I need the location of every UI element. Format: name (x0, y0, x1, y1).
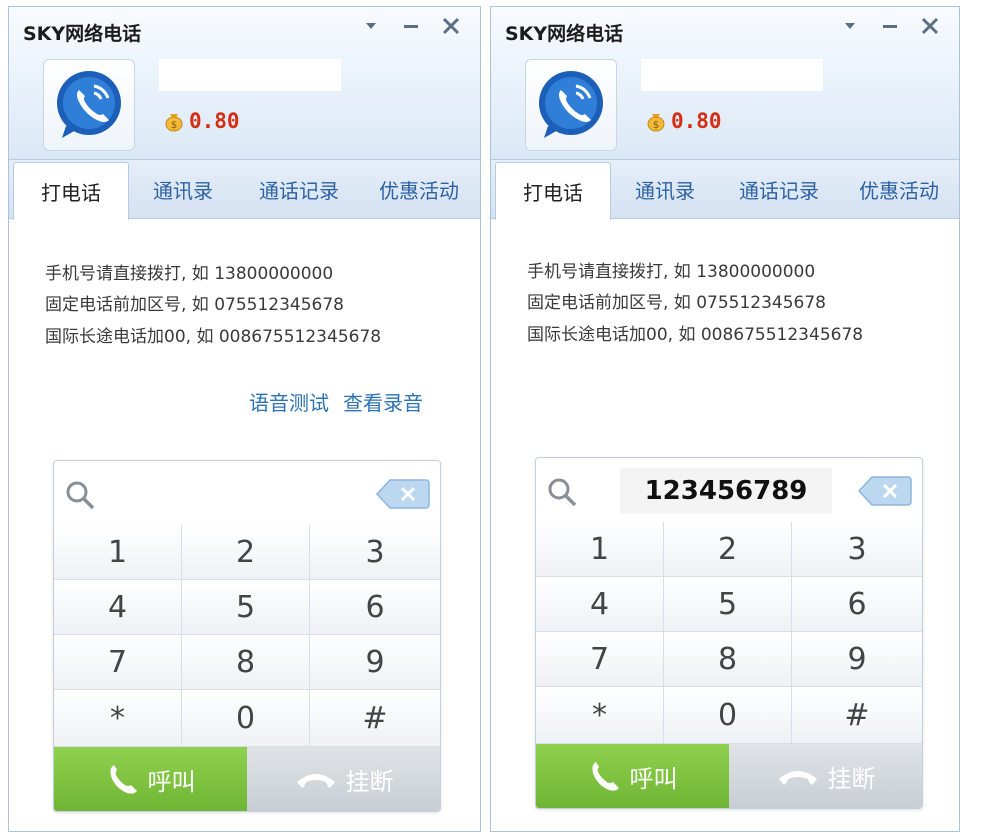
key-1[interactable]: 1 (54, 525, 182, 580)
hint-mobile: 手机号请直接拨打, 如 13800000000 (45, 264, 334, 284)
hangup-icon (296, 774, 335, 788)
close-icon[interactable] (919, 15, 941, 37)
key-5[interactable]: 5 (664, 577, 792, 632)
tab-dial[interactable]: 打电话 (495, 162, 611, 220)
hangup-button[interactable]: 挂断 (729, 744, 922, 808)
key-hash[interactable]: # (792, 687, 922, 744)
key-9[interactable]: 9 (792, 632, 922, 687)
key-0[interactable]: 0 (664, 687, 792, 744)
number-input-row (54, 461, 440, 526)
tab-contacts[interactable]: 通讯录 (133, 162, 233, 216)
balance-value: 0.80 (189, 109, 240, 133)
coin-bag-icon: $ (647, 114, 665, 132)
username-redacted (641, 59, 823, 91)
tab-dial[interactable]: 打电话 (13, 162, 129, 220)
key-3[interactable]: 3 (310, 525, 440, 580)
svg-text:$: $ (653, 120, 659, 131)
chevron-down-icon[interactable] (839, 15, 861, 37)
tab-promotions[interactable]: 优惠活动 (843, 162, 955, 216)
key-8[interactable]: 8 (664, 632, 792, 687)
phone-bubble-icon (539, 71, 603, 138)
key-5[interactable]: 5 (182, 580, 310, 635)
username-redacted (159, 59, 341, 91)
voice-test-link[interactable]: 语音测试 (249, 387, 329, 416)
call-button[interactable]: 呼叫 (54, 747, 247, 811)
hint-landline: 固定电话前加区号, 如 075512345678 (45, 295, 345, 315)
backspace-icon[interactable] (858, 474, 912, 508)
key-1[interactable]: 1 (536, 522, 664, 577)
dialpad: 1 2 3 4 5 6 7 8 9 * 0 # 呼叫 挂断 (53, 460, 441, 812)
dialpad: 123456789 1 2 3 4 5 6 7 8 9 * 0 # 呼叫 挂断 (535, 457, 923, 809)
key-2[interactable]: 2 (664, 522, 792, 577)
key-6[interactable]: 6 (792, 577, 922, 632)
hangup-icon (778, 771, 817, 785)
links: 语音测试 查看录音 (249, 387, 423, 416)
key-2[interactable]: 2 (182, 525, 310, 580)
hangup-label: 挂断 (345, 767, 394, 796)
window-controls (839, 15, 941, 37)
key-star[interactable]: * (536, 687, 664, 744)
key-7[interactable]: 7 (536, 632, 664, 687)
tab-contacts[interactable]: 通讯录 (615, 162, 715, 216)
tab-bar: 打电话 通讯录 通话记录 优惠活动 (491, 159, 959, 220)
hint-international: 国际长途电话加00, 如 008675512345678 (527, 325, 864, 345)
phone-icon (591, 762, 619, 791)
hangup-label: 挂断 (827, 764, 876, 793)
tab-promotions[interactable]: 优惠活动 (363, 162, 475, 216)
sky-phone-window-left: SKY网络电话 $ 0.80 打电话 通讯录 通话记录 优惠活动 手机号请直接拨… (8, 6, 481, 832)
window-title: SKY网络电话 (505, 23, 624, 45)
key-9[interactable]: 9 (310, 635, 440, 690)
hangup-button[interactable]: 挂断 (247, 747, 440, 811)
balance: $ 0.80 (645, 109, 722, 133)
window-title: SKY网络电话 (23, 23, 142, 45)
window-header: SKY网络电话 $ 0.80 (491, 7, 959, 159)
chevron-down-icon[interactable] (360, 15, 382, 37)
search-icon (548, 478, 577, 507)
hint-landline: 固定电话前加区号, 如 075512345678 (527, 293, 827, 313)
tab-call-history[interactable]: 通话记录 (723, 162, 835, 216)
number-input-row: 123456789 (536, 458, 922, 523)
coin-bag-icon: $ (165, 114, 183, 132)
call-label: 呼叫 (629, 764, 678, 793)
hint-international: 国际长途电话加00, 如 008675512345678 (45, 327, 382, 347)
minimize-icon[interactable] (879, 15, 901, 37)
close-icon[interactable] (440, 15, 462, 37)
svg-text:$: $ (171, 120, 177, 131)
search-icon (66, 481, 95, 510)
balance-value: 0.80 (671, 109, 722, 133)
number-input[interactable] (138, 471, 350, 517)
tab-call-history[interactable]: 通话记录 (243, 162, 355, 216)
view-recordings-link[interactable]: 查看录音 (343, 387, 423, 416)
key-4[interactable]: 4 (536, 577, 664, 632)
avatar[interactable] (43, 59, 135, 151)
backspace-icon[interactable] (376, 477, 430, 511)
phone-icon (109, 765, 137, 794)
call-actions: 呼叫 挂断 (536, 744, 922, 808)
hint-mobile: 手机号请直接拨打, 如 13800000000 (527, 262, 816, 282)
number-input[interactable]: 123456789 (620, 468, 832, 514)
key-8[interactable]: 8 (182, 635, 310, 690)
window-header: SKY网络电话 $ 0.80 (9, 7, 480, 159)
key-star[interactable]: * (54, 690, 182, 747)
key-4[interactable]: 4 (54, 580, 182, 635)
key-hash[interactable]: # (310, 690, 440, 747)
window-controls (360, 15, 462, 37)
minimize-icon[interactable] (400, 15, 422, 37)
key-3[interactable]: 3 (792, 522, 922, 577)
call-label: 呼叫 (147, 767, 196, 796)
tab-bar: 打电话 通讯录 通话记录 优惠活动 (9, 159, 480, 220)
call-actions: 呼叫 挂断 (54, 747, 440, 811)
avatar[interactable] (525, 59, 617, 151)
key-6[interactable]: 6 (310, 580, 440, 635)
phone-bubble-icon (57, 71, 121, 138)
sky-phone-window-right: SKY网络电话 $ 0.80 打电话 通讯录 通话记录 优惠活动 手机号请直接拨… (490, 6, 960, 832)
balance: $ 0.80 (163, 109, 240, 133)
call-button[interactable]: 呼叫 (536, 744, 729, 808)
key-7[interactable]: 7 (54, 635, 182, 690)
key-0[interactable]: 0 (182, 690, 310, 747)
